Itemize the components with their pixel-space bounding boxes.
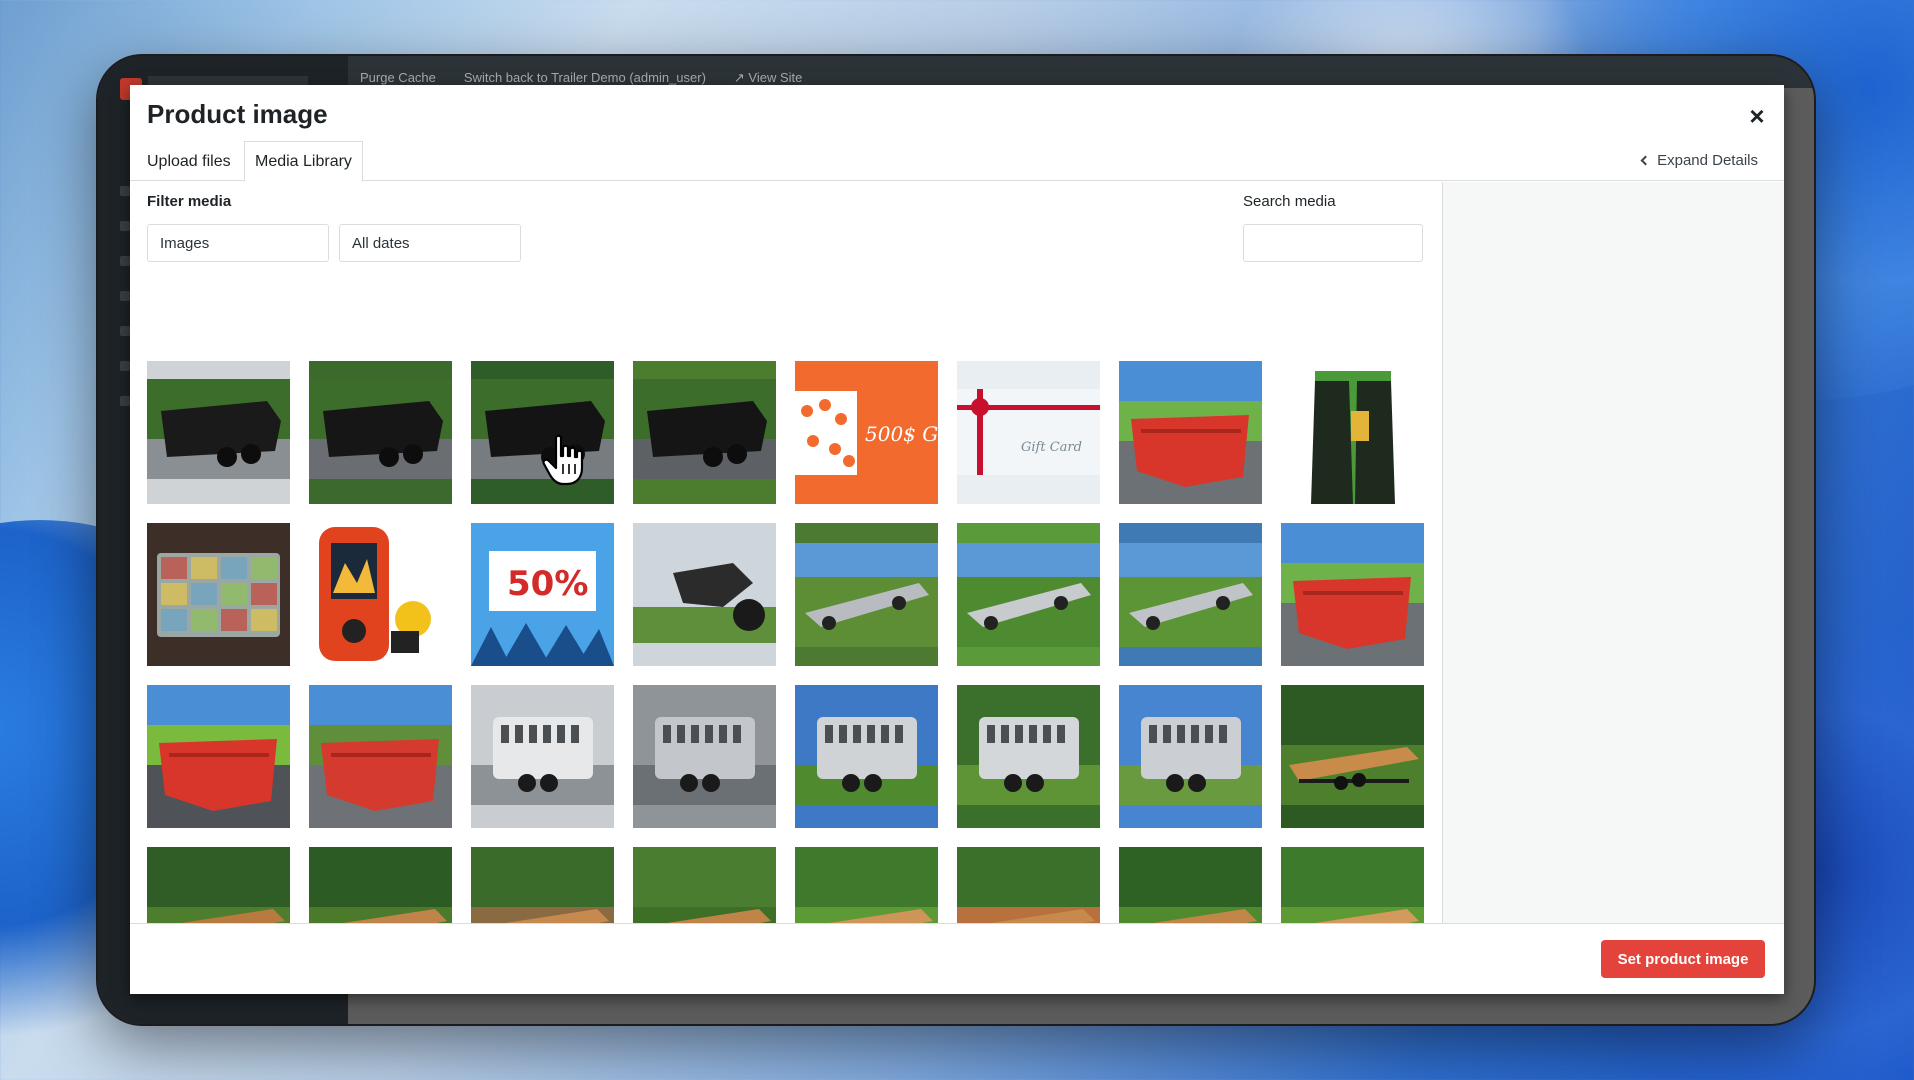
sidebar-menu-icon	[120, 361, 130, 371]
media-thumbnail-image: 500$ Gift	[795, 361, 938, 504]
expand-details-label: Expand Details	[1657, 152, 1758, 169]
media-thumbnail[interactable]	[795, 523, 938, 666]
media-thumbnail[interactable]: 500$ Gift	[795, 361, 938, 504]
attachment-details-pane	[1442, 182, 1784, 923]
media-thumbnail[interactable]	[1119, 685, 1262, 828]
media-thumbnail[interactable]	[147, 685, 290, 828]
media-thumbnail[interactable]	[309, 361, 452, 504]
media-thumbnail-image	[795, 847, 938, 923]
media-thumbnail-image	[471, 361, 614, 504]
media-date-select[interactable]: All dates	[339, 224, 521, 262]
media-thumbnail[interactable]: Gift Card	[957, 361, 1100, 504]
media-thumbnail-image	[633, 685, 776, 828]
media-thumbnail[interactable]	[147, 523, 290, 666]
media-thumbnail-image	[147, 361, 290, 504]
chevron-left-icon	[1640, 155, 1651, 166]
tab-upload-files[interactable]: Upload files	[137, 141, 241, 182]
media-thumbnail[interactable]	[633, 361, 776, 504]
media-thumbnail-image: 50%	[471, 523, 614, 666]
set-product-image-button[interactable]: Set product image	[1601, 940, 1765, 978]
svg-text:500$ Gift: 500$ Gift	[865, 422, 938, 446]
media-thumbnail[interactable]	[957, 523, 1100, 666]
media-thumbnail[interactable]	[1119, 847, 1262, 923]
media-thumbnail[interactable]	[1281, 847, 1424, 923]
media-thumbnail-image	[1119, 685, 1262, 828]
media-thumbnail[interactable]	[1119, 523, 1262, 666]
sidebar-menu-icon	[120, 326, 130, 336]
media-thumbnail[interactable]	[1281, 361, 1424, 504]
sidebar-menu-icon	[120, 256, 130, 266]
media-thumbnail-image	[957, 685, 1100, 828]
media-thumbnail-image	[309, 361, 452, 504]
media-thumbnail[interactable]	[795, 685, 938, 828]
media-thumbnail-image	[633, 523, 776, 666]
media-browser: Filter media Images All dates Search med…	[130, 182, 1442, 923]
search-media-input[interactable]	[1243, 224, 1423, 262]
media-thumbnail-image	[1281, 847, 1424, 923]
media-thumbnail-image	[1119, 523, 1262, 666]
media-thumbnail-image	[633, 847, 776, 923]
sidebar-menu-icon	[120, 291, 130, 301]
media-thumbnail-image	[147, 847, 290, 923]
modal-footer: Set product image	[130, 923, 1784, 994]
media-thumbnail[interactable]	[957, 685, 1100, 828]
tab-media-library[interactable]: Media Library	[244, 141, 363, 182]
media-thumbnail-image	[957, 523, 1100, 666]
media-thumbnail-image	[147, 523, 290, 666]
media-thumbnail-image	[1281, 361, 1424, 504]
media-thumbnail[interactable]	[795, 847, 938, 923]
search-media-label: Search media	[1243, 193, 1336, 210]
sidebar-menu-icon	[120, 221, 130, 231]
media-thumbnail-image	[147, 685, 290, 828]
media-thumbnail[interactable]	[309, 847, 452, 923]
media-thumbnail[interactable]	[309, 685, 452, 828]
media-thumbnail[interactable]	[471, 847, 614, 923]
filter-media-label: Filter media	[147, 193, 232, 210]
media-thumbnail[interactable]	[1119, 361, 1262, 504]
media-thumbnail[interactable]	[147, 361, 290, 504]
media-thumbnail[interactable]	[1281, 685, 1424, 828]
sidebar-menu-icon	[120, 186, 130, 196]
switch-back-link[interactable]: Switch back to Trailer Demo (admin_user)	[464, 70, 706, 86]
media-thumbnail[interactable]	[471, 361, 614, 504]
sidebar-menu-icon	[120, 396, 130, 406]
media-thumbnail-image	[633, 361, 776, 504]
media-modal: Product image × Upload files Media Libra…	[130, 85, 1784, 994]
svg-text:Gift Card: Gift Card	[1021, 440, 1082, 455]
media-thumbnail-image	[471, 685, 614, 828]
svg-text:50%: 50%	[507, 564, 588, 604]
media-thumbnail[interactable]	[471, 685, 614, 828]
media-thumbnail-image	[1119, 361, 1262, 504]
media-thumbnail-image	[957, 847, 1100, 923]
purge-cache-link[interactable]: Purge Cache	[360, 70, 436, 86]
media-thumbnail-image	[309, 685, 452, 828]
media-thumbnail[interactable]	[309, 523, 452, 666]
admin-topbar-links: Purge Cache Switch back to Trailer Demo …	[360, 70, 802, 86]
media-thumbnail[interactable]	[957, 847, 1100, 923]
media-thumbnail[interactable]	[633, 847, 776, 923]
media-type-select[interactable]: Images	[147, 224, 329, 262]
media-thumbnail-image: Gift Card	[957, 361, 1100, 504]
close-icon: ×	[1749, 100, 1765, 131]
media-thumbnail-image	[1281, 685, 1424, 828]
modal-tabs: Upload files Media Library	[130, 141, 1784, 182]
close-button[interactable]: ×	[1740, 99, 1774, 133]
media-thumbnail-image	[471, 847, 614, 923]
media-thumbnail-image	[309, 523, 452, 666]
media-thumbnail[interactable]	[147, 847, 290, 923]
media-thumbnail-image	[1281, 523, 1424, 666]
media-thumbnail-image	[309, 847, 452, 923]
media-thumbnail[interactable]: 50%	[471, 523, 614, 666]
view-site-link[interactable]: ↗ View Site	[734, 70, 802, 86]
media-thumbnail[interactable]	[633, 523, 776, 666]
expand-details-button[interactable]: Expand Details	[1640, 152, 1758, 169]
media-thumbnail[interactable]	[1281, 523, 1424, 666]
media-thumbnail-image	[1119, 847, 1262, 923]
media-thumbnail-image	[795, 685, 938, 828]
media-thumbnail-image	[795, 523, 938, 666]
modal-title: Product image	[147, 99, 328, 129]
media-thumbnail[interactable]	[633, 685, 776, 828]
